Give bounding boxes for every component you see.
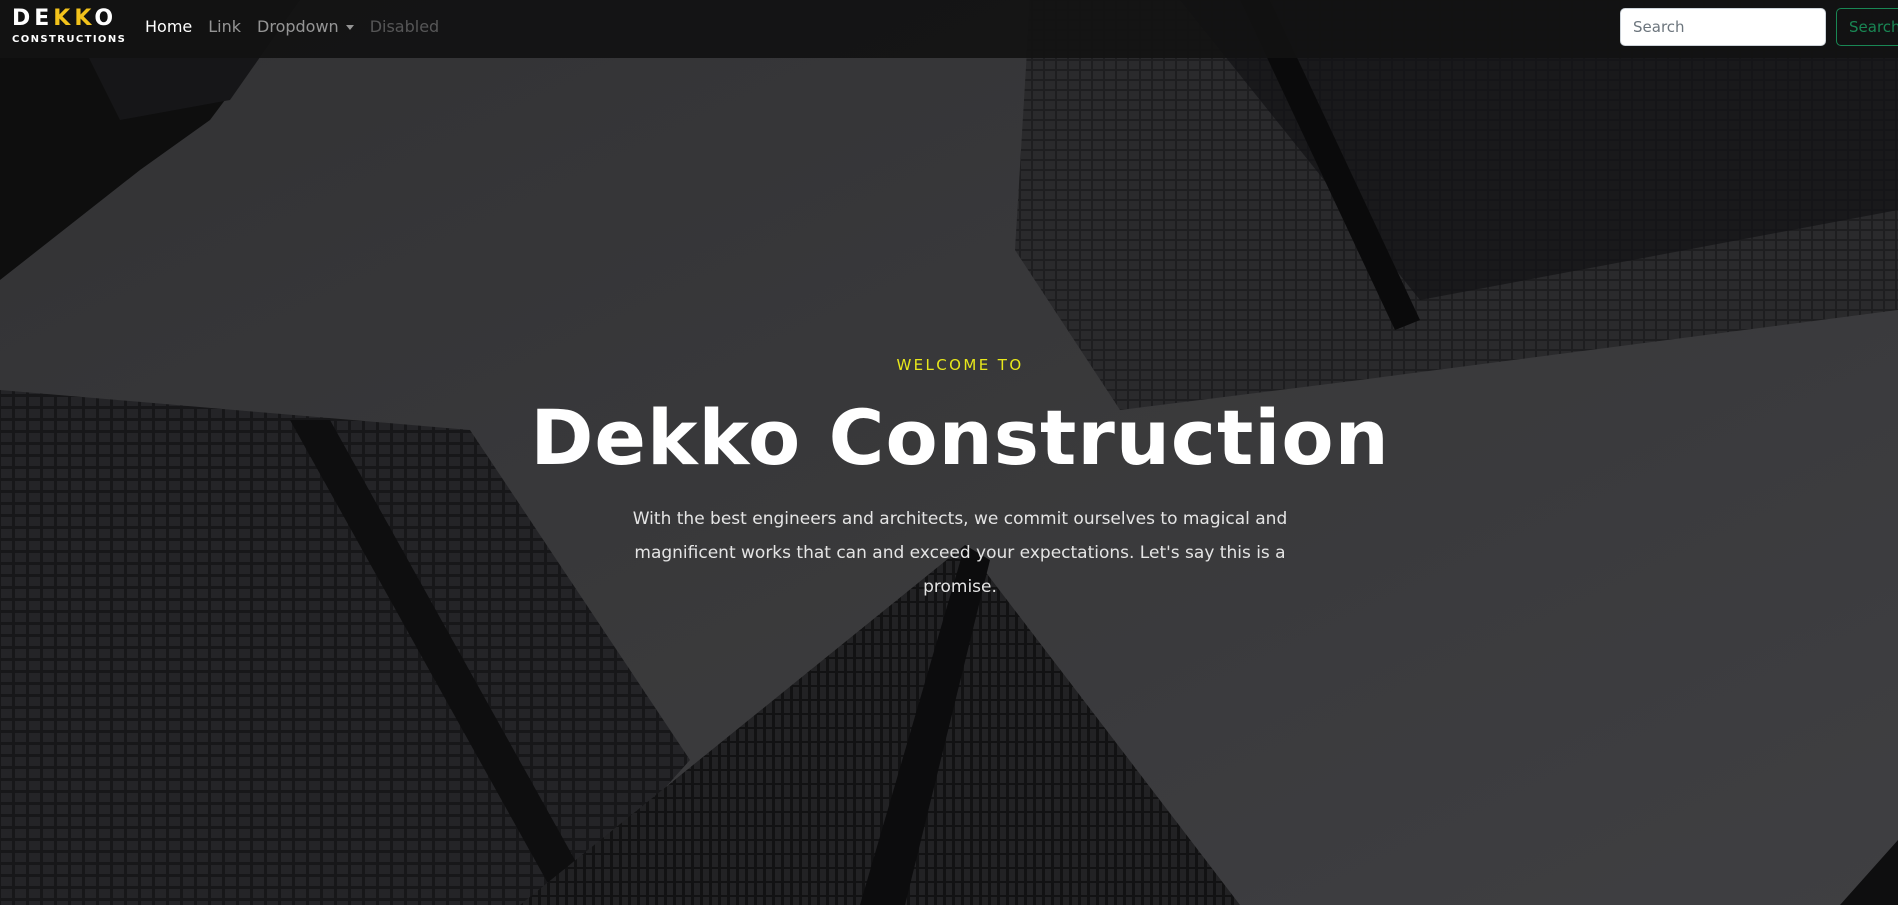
nav-item-dropdown-label: Dropdown — [257, 17, 339, 36]
nav-item-dropdown[interactable]: Dropdown — [257, 16, 354, 38]
hero-description-line-2: magnificent works that can and exceed yo… — [634, 543, 1286, 597]
nav-item-link[interactable]: Link — [208, 16, 241, 38]
nav-links: Home Link Dropdown Disabled — [145, 16, 439, 38]
hero-description-line-1: With the best engineers and architects, … — [632, 509, 1288, 529]
top-navbar: DEKKO CONSTRUCTIONS Home Link Dropdown D… — [0, 0, 1898, 58]
hero-kicker: WELCOME TO — [896, 356, 1024, 374]
hero-section: WELCOME TO Dekko Construction With the b… — [0, 0, 1898, 905]
brand-logo-subtitle: CONSTRUCTIONS — [12, 34, 127, 45]
brand-logo-wordmark: DEKKO — [12, 6, 117, 32]
brand-logo-part-o: O — [94, 6, 118, 31]
nav-item-home[interactable]: Home — [145, 16, 192, 38]
brand-logo-part-de: DE — [12, 6, 54, 31]
hero-title: Dekko Construction — [530, 393, 1390, 482]
search-button[interactable]: Search — [1836, 8, 1898, 46]
search-input[interactable] — [1620, 8, 1826, 46]
hero-description: With the best engineers and architects, … — [600, 502, 1320, 604]
page: WELCOME TO Dekko Construction With the b… — [0, 0, 1898, 905]
brand-logo[interactable]: DEKKO CONSTRUCTIONS — [12, 6, 127, 50]
nav-item-disabled: Disabled — [369, 17, 440, 36]
caret-down-icon — [345, 25, 354, 30]
brand-logo-part-kk: KK — [53, 6, 95, 31]
